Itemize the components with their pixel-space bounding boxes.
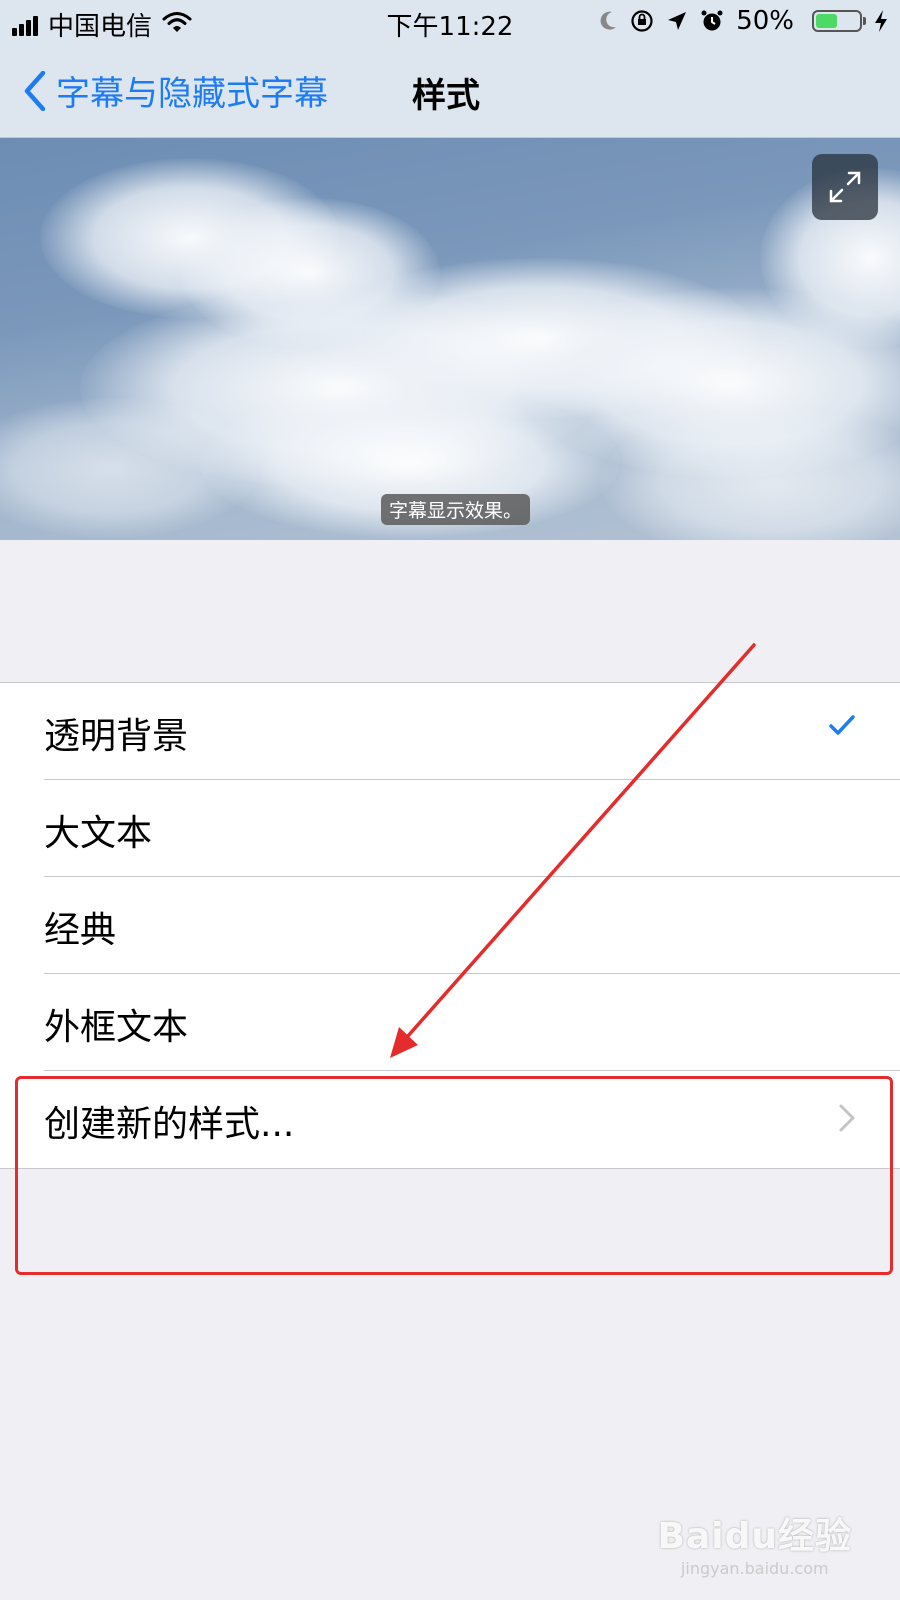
annotation-highlight-box <box>15 1076 893 1275</box>
chevron-left-icon <box>24 70 46 111</box>
checkmark-icon <box>829 715 855 735</box>
watermark-url: jingyan.baidu.com <box>680 1559 829 1578</box>
watermark: Baidu经验 jingyan.baidu.com <box>658 1507 852 1578</box>
back-button[interactable]: 字幕与隐藏式字幕 <box>24 66 328 115</box>
rotation-lock-icon <box>630 9 654 33</box>
page-title: 样式 <box>412 76 480 116</box>
battery-percent: 50% <box>736 6 794 36</box>
style-option-label: 透明背景 <box>44 716 189 757</box>
expand-icon <box>829 171 861 203</box>
watermark-brand: Baidu经验 <box>657 1516 852 1557</box>
style-option-label: 大文本 <box>44 813 153 854</box>
moon-icon <box>598 10 618 32</box>
status-bar: 中国电信 下午11:22 50% <box>0 0 900 46</box>
style-option-transparent-background[interactable]: 透明背景 <box>0 683 900 780</box>
charging-icon <box>874 9 888 33</box>
location-icon <box>666 10 688 32</box>
style-option-large-text[interactable]: 大文本 <box>0 780 900 877</box>
style-option-label: 经典 <box>44 910 117 951</box>
navigation-bar: 字幕与隐藏式字幕 样式 <box>0 46 900 138</box>
style-option-outline-text[interactable]: 外框文本 <box>0 974 900 1071</box>
alarm-icon <box>700 9 724 33</box>
caption-preview: 字幕显示效果。 <box>0 138 900 540</box>
fullscreen-button[interactable] <box>812 154 878 220</box>
battery-icon <box>806 10 866 32</box>
caption-sample-text: 字幕显示效果。 <box>381 494 531 525</box>
style-option-label: 外框文本 <box>44 1007 189 1048</box>
screen: 中国电信 下午11:22 50% 字幕与隐藏式字幕 样式 字幕显示效果。 透明背… <box>0 0 900 1600</box>
back-button-label: 字幕与隐藏式字幕 <box>56 74 328 114</box>
style-option-classic[interactable]: 经典 <box>0 877 900 974</box>
